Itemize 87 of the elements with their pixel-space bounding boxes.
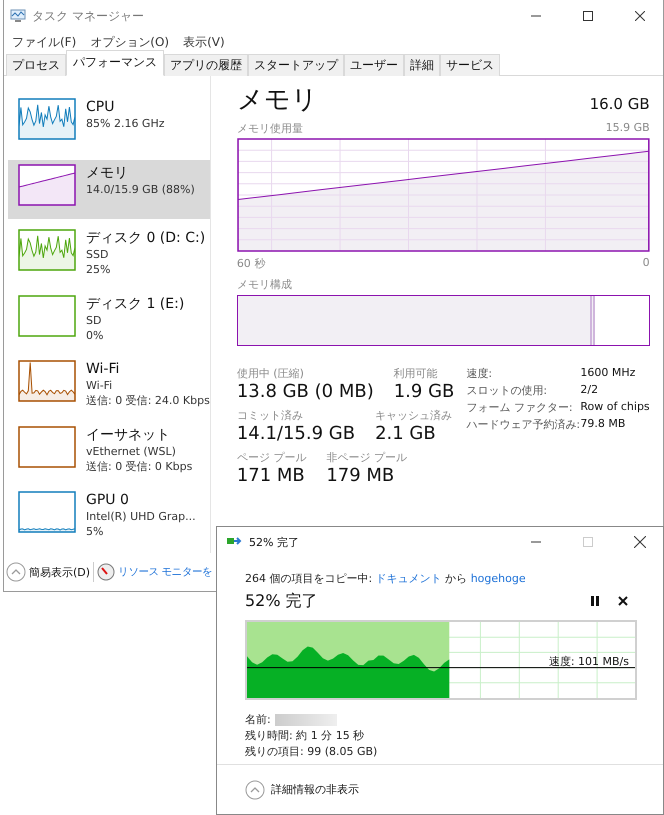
- fewer-details-link[interactable]: 簡易表示(D): [29, 564, 90, 580]
- sidebar-item[interactable]: ディスク 0 (D: C:) SSD 25%: [8, 225, 210, 285]
- source-link[interactable]: ドキュメント: [376, 572, 442, 585]
- composition-label: メモリ構成: [236, 277, 292, 292]
- resource-detail: 85% 2.16 GHz: [86, 116, 165, 131]
- collapse-icon[interactable]: [245, 780, 265, 800]
- gauge-icon: [97, 563, 116, 581]
- close-icon[interactable]: [634, 536, 646, 548]
- tab[interactable]: パフォーマンス: [66, 50, 164, 76]
- window-title: タスク マネージャー: [32, 8, 145, 24]
- property-label: フォーム ファクター:: [466, 400, 574, 415]
- time-remaining: 残り時間: 約 1 分 15 秒: [245, 728, 366, 743]
- stat-label: 非ページ プール: [326, 450, 407, 465]
- sidebar-item[interactable]: ディスク 1 (E:) SD 0%: [8, 290, 210, 350]
- maximize-icon: [583, 537, 593, 547]
- sidebar-item[interactable]: GPU 0 Intel(R) UHD Grap... 5%: [8, 487, 210, 548]
- stat-value: 179 MB: [326, 465, 396, 486]
- destination-link[interactable]: hogehoge: [470, 572, 526, 585]
- stat-label: コミット済み: [236, 408, 304, 423]
- speed-label: 速度: 101 MB/s: [548, 654, 629, 669]
- stat-value: 1.9 GB: [394, 381, 454, 402]
- tab[interactable]: スタートアップ: [248, 54, 344, 76]
- resource-detail: SSD: [86, 247, 110, 262]
- progress-heading: 52% 完了: [245, 590, 319, 612]
- resource-name: Wi-Fi: [86, 360, 120, 378]
- resource-detail: vEthernet (WSL): [86, 444, 177, 459]
- property-value: 2/2: [580, 383, 600, 398]
- stat-value: 13.8 GB (0 MB): [236, 381, 374, 402]
- menu-item[interactable]: ファイル(F): [12, 34, 76, 50]
- resource-name: GPU 0: [86, 491, 130, 510]
- sidebar-item[interactable]: イーサネット vEthernet (WSL) 送信: 0 受信: 0 Kbps: [8, 422, 210, 482]
- resource-detail: 0%: [86, 328, 104, 343]
- resource-detail: 送信: 0 受信: 24.0 Kbps: [86, 393, 210, 408]
- stat-label: ページ プール: [236, 450, 306, 465]
- graph-max-label: 15.9 GB: [606, 121, 650, 136]
- tab[interactable]: ユーザー: [344, 54, 404, 76]
- stat-label: 使用中 (圧縮): [236, 366, 305, 381]
- stat-value: 14.1/15.9 GB: [236, 423, 356, 444]
- sidebar-item[interactable]: メモリ 14.0/15.9 GB (88%): [8, 160, 210, 220]
- items-remaining: 残りの項目: 99 (8.05 GB): [245, 744, 378, 759]
- copy-status-text: 264 個の項目をコピー中: ドキュメント から hogehoge: [245, 571, 527, 586]
- tab[interactable]: 詳細: [404, 54, 440, 76]
- resource-detail: 25%: [86, 262, 112, 278]
- cancel-icon[interactable]: [618, 596, 628, 606]
- resource-detail: 14.0/15.9 GB (88%): [86, 182, 195, 197]
- maximize-icon[interactable]: [583, 11, 593, 21]
- close-icon[interactable]: [635, 11, 645, 21]
- resource-detail: 5%: [86, 524, 104, 540]
- resource-name: CPU: [86, 98, 116, 116]
- property-label: スロットの使用:: [466, 383, 548, 398]
- total-memory: 16.0 GB: [590, 95, 650, 115]
- resource-monitor-link[interactable]: リソース モニターを: [118, 565, 212, 579]
- property-label: 速度:: [466, 366, 494, 381]
- monitor-icon: [10, 9, 26, 23]
- property-label: ハードウェア予約済み:: [466, 417, 580, 432]
- sidebar-item[interactable]: Wi-Fi Wi-Fi 送信: 0 受信: 24.0 Kbps: [8, 356, 210, 416]
- collapse-icon[interactable]: [6, 562, 26, 582]
- sidebar-item[interactable]: CPU 85% 2.16 GHz: [8, 94, 210, 154]
- property-value: Row of chips: [580, 400, 650, 415]
- hide-details-link[interactable]: 詳細情報の非表示: [271, 782, 359, 797]
- stat-value: 2.1 GB: [375, 423, 437, 444]
- property-value: 79.8 MB: [580, 417, 626, 432]
- resource-detail: 送信: 0 受信: 0 Kbps: [86, 458, 192, 474]
- axis-label: 0: [642, 256, 650, 271]
- tab[interactable]: プロセス: [6, 54, 66, 76]
- dialog-title: 52% 完了: [249, 534, 300, 550]
- stat-label: 利用可能: [394, 366, 439, 381]
- resource-name: メモリ: [86, 164, 129, 182]
- resource-name: イーサネット: [86, 426, 171, 444]
- resource-name: ディスク 0 (D: C:): [86, 229, 206, 248]
- pause-icon[interactable]: [591, 596, 599, 606]
- resource-detail: Intel(R) UHD Grap...: [86, 509, 196, 524]
- menu-item[interactable]: 表示(V): [183, 34, 225, 50]
- resource-detail: SD: [86, 312, 102, 328]
- resource-name: ディスク 1 (E:): [86, 294, 184, 313]
- tab[interactable]: アプリの履歴: [164, 54, 248, 76]
- redacted-name: [274, 714, 337, 726]
- tab[interactable]: サービス: [440, 54, 500, 76]
- axis-label: 60 秒: [236, 256, 266, 271]
- menu-item[interactable]: オプション(O): [90, 34, 170, 50]
- stat-value: 171 MB: [236, 465, 306, 486]
- graph-label: メモリ使用量: [236, 121, 303, 136]
- property-value: 1600 MHz: [580, 366, 636, 381]
- resource-detail: Wi-Fi: [86, 378, 114, 394]
- resource-title: メモリ: [236, 84, 318, 117]
- name-label: 名前:: [245, 712, 271, 727]
- stat-label: キャッシュ済み: [375, 408, 452, 423]
